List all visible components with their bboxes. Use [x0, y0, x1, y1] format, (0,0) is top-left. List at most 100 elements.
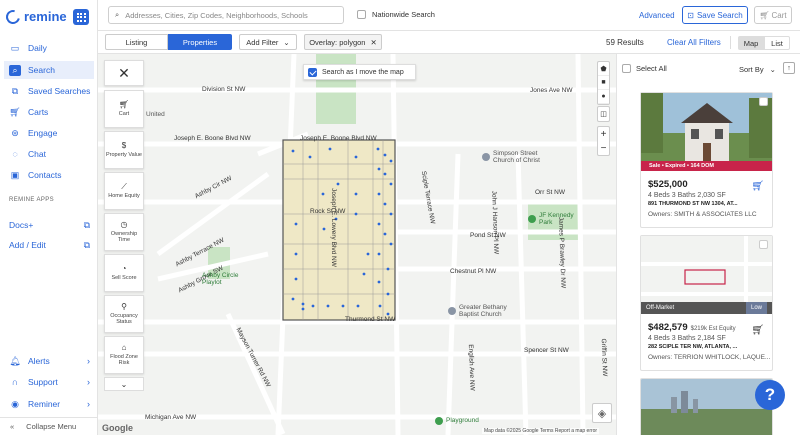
estimated-equity: $219k Est Equity — [690, 326, 736, 332]
sidebar-item-alerts[interactable]: 🔔︎ Alerts › — [4, 352, 94, 370]
sidebar-item-docs[interactable]: Docs+ ⧉ — [4, 216, 94, 234]
property-card[interactable]: Off-Market Low $482,579 $219k Est Equity … — [640, 235, 773, 371]
cart-button[interactable]: 🛒︎ Cart — [754, 6, 792, 24]
tab-listing[interactable]: Listing — [105, 34, 168, 50]
search-as-move-checkbox[interactable] — [308, 67, 317, 77]
sidebar-item-contacts[interactable]: ▣ Contacts — [4, 166, 94, 184]
chevron-down-icon: ⌄ — [283, 37, 290, 47]
bell-icon: 🔔︎ — [9, 355, 21, 366]
sidebar-item-label: Chat — [28, 149, 46, 159]
external-link-icon: ⧉ — [83, 219, 90, 230]
select-all-label: Select All — [636, 64, 667, 73]
app-root: remine ▭ Daily ⌕ Search ⧉ Saved Searches… — [0, 0, 800, 435]
add-to-cart-icon[interactable]: 🛒︎ — [751, 181, 764, 192]
poi-playground[interactable]: Playground — [435, 417, 479, 425]
property-photo[interactable]: Sale • Expired • 164 DOM — [641, 93, 772, 171]
street-label: Chestnut Pl NW — [450, 268, 497, 275]
layer-home-equity-button[interactable]: ⟋ Home Equity — [104, 172, 144, 210]
church-icon — [482, 153, 490, 162]
zoom-out-button[interactable]: − — [598, 141, 609, 155]
polygon-draw-icon[interactable]: ⬟ — [598, 62, 609, 76]
tab-properties[interactable]: Properties — [168, 34, 232, 50]
clear-filters-link[interactable]: Clear All Filters — [667, 38, 721, 47]
sidebar-item-chat[interactable]: ◌ Chat — [4, 145, 94, 163]
circle-draw-icon[interactable]: ● — [598, 90, 609, 104]
layer-occupancy-status-button[interactable]: ⚲ Occupancy Status — [104, 295, 144, 333]
save-search-button[interactable]: ⊡ Save Search — [682, 6, 748, 24]
street-label: Jones Ave NW — [530, 87, 573, 94]
apps-grid-button[interactable] — [73, 9, 89, 25]
sidebar-item-search[interactable]: ⌕ Search — [4, 61, 94, 79]
chevron-down-icon[interactable]: ⌄ — [104, 377, 144, 391]
card-select-checkbox[interactable] — [759, 240, 768, 249]
zoom-in-button[interactable]: + — [598, 127, 609, 141]
square-draw-icon[interactable]: ■ — [598, 76, 609, 90]
sidebar-item-reminer[interactable]: ◉ Reminer › — [4, 395, 94, 413]
city-photo-image — [641, 379, 772, 435]
sidebar-item-label: Engage — [28, 128, 58, 138]
cart-icon: 🛒︎ — [9, 106, 21, 117]
sidebar-item-label: Reminer — [28, 399, 61, 409]
layer-cart-button[interactable]: 🛒︎ Cart — [104, 90, 144, 128]
nationwide-search-toggle[interactable]: Nationwide Search — [357, 10, 435, 19]
sidebar: remine ▭ Daily ⌕ Search ⧉ Saved Searches… — [0, 0, 98, 435]
property-photo[interactable]: Off-Market Low — [641, 236, 772, 314]
search-as-move-toggle[interactable]: Search as I move the map — [303, 64, 416, 80]
card-select-checkbox[interactable] — [759, 97, 768, 106]
sidebar-item-saved-searches[interactable]: ⧉ Saved Searches — [4, 82, 94, 100]
poi-united[interactable]: United — [146, 111, 165, 118]
chat-icon: ◌ — [12, 149, 18, 159]
layer-property-value-button[interactable]: $ Property Value — [104, 131, 144, 169]
sidebar-item-support[interactable]: ∩ Support › — [4, 373, 94, 391]
sidebar-item-daily[interactable]: ▭ Daily — [4, 39, 94, 57]
poi-park[interactable]: JF Kennedy Park — [528, 212, 588, 226]
select-all-toggle[interactable]: Select All — [622, 64, 667, 73]
sidebar-item-add-edit[interactable]: Add / Edit ⧉ — [4, 236, 94, 254]
close-icon[interactable]: ✕ — [370, 38, 376, 47]
map-canvas[interactable]: Division St NW Jones Ave NW Joseph E. Bo… — [98, 54, 616, 435]
close-layer-panel-button[interactable]: ✕ — [104, 60, 144, 86]
remine-apps-title: REMINE APPS — [9, 197, 55, 203]
street-label: Division St NW — [202, 86, 246, 93]
divider — [730, 36, 731, 49]
poi-church[interactable]: Simpson Street Church of Christ — [482, 150, 552, 164]
street-view-button[interactable]: ◫ — [597, 106, 610, 122]
layer-flood-zone-button[interactable]: ⌂ Flood Zone Risk — [104, 336, 144, 374]
property-address[interactable]: 891 THURMOND ST NW 1304, AT... — [648, 201, 766, 207]
chevron-right-icon: › — [87, 356, 90, 366]
sidebar-item-engage[interactable]: ⊛ Engage — [4, 124, 94, 142]
search-input[interactable]: ⌕ Addresses, Cities, Zip Codes, Neighbor… — [108, 6, 344, 24]
street-label: Joseph E. Lowery Blvd NW — [329, 188, 337, 267]
park-icon — [435, 417, 443, 425]
property-card[interactable] — [640, 378, 773, 435]
add-filter-dropdown[interactable]: Add Filter ⌄ — [239, 34, 297, 50]
property-owner: Owners: TERRION WHITLOCK, LAQUE... — [648, 354, 771, 361]
collapse-menu-button[interactable]: « Collapse Menu — [0, 417, 98, 435]
property-price: $482,579 $219k Est Equity — [648, 322, 736, 333]
advanced-link[interactable]: Advanced — [639, 11, 675, 20]
add-to-cart-icon[interactable]: 🛒︎ — [751, 325, 764, 336]
zoom-controls: + − — [597, 126, 610, 156]
nationwide-checkbox[interactable] — [357, 10, 366, 19]
sort-by-dropdown[interactable]: Sort By ⌄ — [739, 65, 776, 74]
sort-direction-button[interactable]: ↑ — [783, 62, 795, 74]
property-beds-baths: 4 Beds 3 Baths 2,030 SF — [648, 192, 726, 199]
map-layers-icon[interactable]: ◈ — [592, 403, 612, 423]
map-view-button[interactable]: Map — [738, 36, 764, 50]
list-view-button[interactable]: List — [764, 36, 790, 50]
map-attribution[interactable]: Map data ©2025 Google Terms Report a map… — [482, 428, 600, 434]
layer-sell-score-button[interactable]: ◔ Sell Score — [104, 254, 144, 292]
poi-ashby-playlot[interactable]: Ashby Circle Playlot — [202, 272, 250, 286]
remine-logo[interactable]: remine — [3, 6, 67, 27]
layer-ownership-time-button[interactable]: ◷ Ownership Time — [104, 213, 144, 251]
poi-greater-bethany[interactable]: Greater Bethany Baptist Church — [448, 304, 526, 318]
sidebar-item-carts[interactable]: 🛒︎ Carts — [4, 103, 94, 121]
overlay-filter-chip[interactable]: Overlay: polygon ✕ — [304, 34, 382, 50]
property-card[interactable]: Sale • Expired • 164 DOM $525,000 🛒︎ 4 B… — [640, 92, 773, 228]
search-placeholder: Addresses, Cities, Zip Codes, Neighborho… — [125, 10, 308, 20]
filter-bar: Listing Properties Add Filter ⌄ Overlay:… — [98, 31, 800, 54]
property-address[interactable]: 282 SCIPLE TER NW, ATLANTA, ... — [648, 344, 766, 350]
help-button[interactable]: ? — [755, 380, 785, 410]
collapse-menu-label: Collapse Menu — [26, 422, 77, 431]
select-all-checkbox[interactable] — [622, 64, 631, 73]
